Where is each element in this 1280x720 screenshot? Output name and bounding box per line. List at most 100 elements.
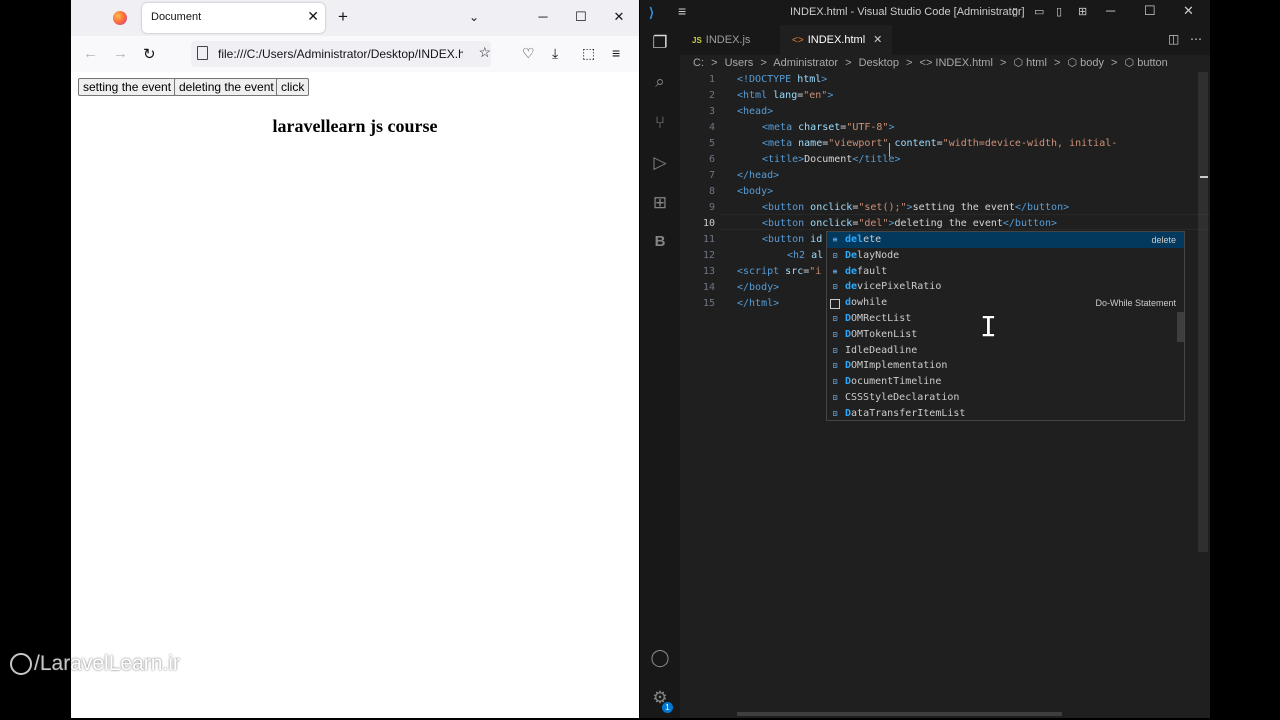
extensions-icon[interactable]: ⬚ (582, 45, 595, 62)
url-text[interactable]: file:///C:/Users/Administrator/Desktop/I… (218, 47, 463, 61)
close-window-icon[interactable]: ✕ (609, 9, 629, 25)
suggestion-item[interactable]: ⊡ DataTransferItemList (827, 406, 1184, 420)
click-button[interactable]: click (276, 78, 310, 96)
new-tab-icon[interactable]: + (338, 8, 348, 26)
code-line-current: <button onclick="del">deleting the event… (762, 218, 1058, 229)
list-all-tabs-icon[interactable]: ⌄ (469, 10, 479, 24)
breadcrumb-separator: > (999, 57, 1007, 69)
extensions-icon[interactable]: ⊞ (640, 193, 680, 213)
breadcrumb-item[interactable]: ⬡ body (1067, 57, 1104, 69)
variable-icon: ⊡ (832, 329, 838, 339)
suggestion-rest: ataTransferItemList (851, 407, 966, 419)
forward-icon[interactable]: → (113, 45, 128, 62)
breadcrumb-item[interactable]: ⬡ button (1125, 57, 1168, 69)
tab-index-html[interactable]: <> INDEX.html ✕ (780, 25, 893, 55)
url-bar[interactable]: file:///C:/Users/Administrator/Desktop/I… (191, 41, 491, 67)
line-number: 14 (702, 282, 715, 293)
code-line: <button onclick="set();">setting the eve… (762, 202, 1070, 213)
editor-vertical-scrollbar[interactable] (1198, 72, 1208, 552)
tab-close-icon[interactable]: ✕ (873, 34, 882, 46)
more-actions-icon[interactable]: ⋯ (1190, 32, 1202, 46)
suggestion-item[interactable]: ≡ default (827, 264, 1184, 280)
suggestion-label: DOMTokenList (845, 327, 917, 343)
breadcrumb: C: > Users > Administrator > Desktop > <… (693, 56, 1172, 72)
line-number: 5 (708, 138, 715, 149)
menu-icon[interactable]: ≡ (678, 3, 686, 19)
watermark-text: /LaravelLearn.ir (34, 652, 180, 675)
breadcrumb-item[interactable]: ⬡ html (1013, 57, 1046, 69)
line-number: 3 (708, 106, 715, 117)
suggestion-detail: delete (1151, 235, 1176, 245)
minimap[interactable] (1140, 72, 1200, 102)
suggestion-item[interactable]: ⊡ DOMTokenList (827, 327, 1184, 343)
vscode-minimize-icon[interactable]: ─ (1106, 3, 1115, 18)
breadcrumb-item[interactable]: Desktop (859, 57, 899, 69)
pocket-icon[interactable]: ♡ (522, 45, 535, 62)
line-number: 15 (702, 298, 715, 309)
autocomplete-suggestion-list[interactable]: ≡ delete delete ⊡ DelayNode ≡ default ⊡ devicePi… (826, 231, 1185, 421)
breadcrumb-separator: > (1111, 57, 1118, 69)
breadcrumb-item[interactable]: Administrator (773, 57, 838, 69)
window-title: INDEX.html - Visual Studio Code [Adminis… (790, 6, 1025, 18)
downloads-icon[interactable]: ⤓ (552, 45, 558, 62)
suggestion-item[interactable]: ⊡ DocumentTimeline (827, 374, 1184, 390)
toggle-panel-icon[interactable]: ▭ (1034, 5, 1044, 18)
explorer-icon[interactable]: ❐ (640, 33, 680, 53)
breadcrumb-separator: > (1053, 57, 1061, 69)
suggestion-item[interactable]: ⊡ DelayNode (827, 248, 1184, 264)
tab-index-js[interactable]: JS INDEX.js (692, 25, 750, 55)
run-debug-icon[interactable]: ▷ (640, 153, 680, 173)
suggestion-label: DelayNode (845, 248, 899, 264)
suggestion-item[interactable]: ⊡ DOMRectList (827, 311, 1184, 327)
suggestion-item[interactable]: ⊡ CSSStyleDeclaration (827, 390, 1184, 406)
suggestion-rest: ete (863, 234, 882, 245)
star-icon[interactable]: ☆ (478, 44, 491, 61)
suggestion-item[interactable]: ⊡ IdleDeadline (827, 343, 1184, 359)
line-number: 13 (702, 266, 715, 277)
search-icon[interactable]: ⌕ (640, 72, 680, 92)
vscode-close-icon[interactable]: ✕ (1183, 3, 1194, 19)
customize-layout-icon[interactable]: ⊞ (1078, 5, 1087, 18)
suggestion-item[interactable]: ⊡ DOMImplementation (827, 358, 1184, 374)
breadcrumb-item[interactable]: Users (725, 57, 754, 69)
maximize-icon[interactable]: ☐ (571, 9, 591, 25)
back-icon[interactable]: ← (83, 45, 98, 62)
code-line: <html lang="en"> (737, 90, 834, 101)
suggestion-item[interactable]: ⊡ devicePixelRatio (827, 279, 1184, 295)
toggle-secondary-sidebar-icon[interactable]: ▯ (1056, 5, 1062, 18)
suggestion-item[interactable]: dowhile Do-While Statement (827, 295, 1184, 311)
suggestion-item[interactable]: ≡ delete delete (827, 232, 1184, 248)
split-editor-icon[interactable]: ◫ (1168, 32, 1179, 46)
settings-icon[interactable]: ⚙ (640, 688, 680, 708)
line-number: 9 (708, 202, 715, 213)
reload-icon[interactable]: ↻ (143, 45, 156, 63)
vscode-maximize-icon[interactable]: ☐ (1144, 3, 1156, 19)
suggestion-rest: ocumentTimeline (851, 376, 942, 388)
suggestion-match: del (845, 234, 864, 245)
suggestion-rest: CSSStyleDeclaration (845, 392, 960, 403)
suggestion-match: de (845, 281, 858, 293)
source-control-icon[interactable]: ⑂ (640, 113, 680, 133)
accounts-icon[interactable]: ◯ (640, 648, 680, 668)
tab-label: INDEX.js (705, 34, 751, 46)
suggestion-scrollbar[interactable] (1177, 312, 1184, 342)
blackbox-icon[interactable]: B (640, 233, 680, 250)
tab-close-icon[interactable]: ✕ (307, 8, 319, 25)
deleting-the-event-button[interactable]: deleting the event (174, 78, 279, 96)
line-number: 8 (708, 186, 715, 197)
line-number: 7 (708, 170, 715, 181)
setting-the-event-button[interactable]: setting the event (78, 78, 177, 96)
line-number: 4 (708, 122, 715, 133)
breadcrumb-item[interactable]: <> INDEX.html (920, 57, 993, 69)
browser-tab-document[interactable]: Document ✕ (142, 3, 325, 33)
minimize-icon[interactable]: ─ (533, 9, 553, 24)
line-number: 11 (702, 234, 715, 245)
keyword-icon: ≡ (832, 266, 838, 276)
toggle-sidebar-icon[interactable]: ▯ (1012, 5, 1018, 18)
suggestion-label: DocumentTimeline (845, 374, 941, 390)
firefox-logo (113, 11, 127, 25)
breadcrumb-item[interactable]: C: (693, 57, 704, 69)
editor-horizontal-scrollbar[interactable] (737, 712, 1062, 716)
suggestion-rest: owhile (851, 297, 888, 309)
app-menu-icon[interactable]: ≡ (612, 45, 620, 61)
